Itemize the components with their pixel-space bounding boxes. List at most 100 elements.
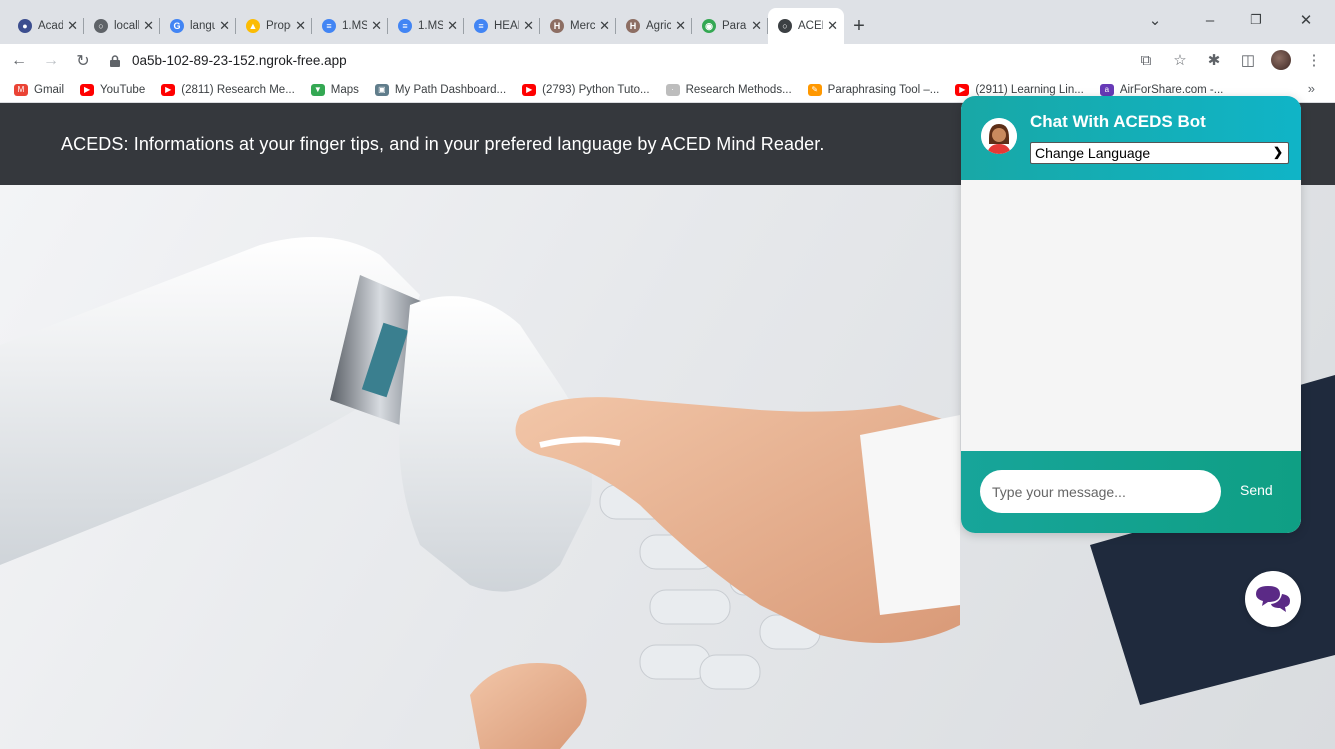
bookmark-item[interactable]: ▶ (2911) Learning Lin...	[955, 83, 1084, 96]
bookmark-label: Gmail	[34, 83, 65, 96]
minimize-button[interactable]: –	[1187, 0, 1233, 40]
bookmark-label: Research Methods...	[685, 83, 792, 96]
tab-close-icon[interactable]: ✕	[447, 18, 458, 34]
bookmark-item[interactable]: ▶ YouTube	[80, 83, 146, 96]
tab-title: 1.MSc	[418, 20, 444, 32]
chat-header: Chat With ACEDS Bot Change Language ❯	[961, 96, 1301, 180]
share-icon[interactable]: ⧉	[1135, 48, 1157, 72]
tab-favicon-icon: G	[170, 19, 184, 33]
tab-favicon-icon: H	[550, 19, 564, 33]
bookmark-label: Maps	[330, 83, 359, 96]
bookmark-favicon-icon: ▣	[374, 83, 389, 96]
tab-close-icon[interactable]: ✕	[143, 18, 154, 34]
tab-close-icon[interactable]: ✕	[295, 18, 306, 34]
tab-title: Mercy	[570, 20, 596, 32]
language-select-value: Change Language	[1035, 145, 1151, 161]
tab-title: localh	[114, 20, 139, 32]
tab[interactable]: ● Acade✕	[8, 8, 84, 44]
bookmark-item[interactable]: ▼ Maps	[310, 83, 359, 96]
tab-favicon-icon: ○	[778, 19, 792, 33]
profile-avatar[interactable]	[1271, 50, 1291, 70]
header-text: ACEDS: Informations at your finger tips,…	[61, 133, 825, 154]
tab[interactable]: ≡ 1.MSc✕	[312, 8, 388, 44]
side-panel-icon[interactable]: ◫	[1237, 48, 1259, 72]
tab[interactable]: ≡ HEART ✕	[464, 8, 540, 44]
bookmark-item[interactable]: a AirForShare.com -...	[1099, 83, 1224, 96]
tab-favicon-icon: ≡	[322, 19, 336, 33]
tab-favicon-icon: ●	[18, 19, 32, 33]
bookmark-item[interactable]: ▶ (2793) Python Tuto...	[522, 83, 650, 96]
tab[interactable]: ◉ Paraph ✕	[692, 8, 768, 44]
tab-title: 1.MSc	[342, 20, 368, 32]
tab-title: langua	[190, 20, 216, 32]
url-text: 0a5b-102-89-23-152.ngrok-free.app	[132, 53, 347, 68]
bookmark-label: (2911) Learning Lin...	[975, 83, 1084, 96]
bookmark-favicon-icon: ·	[665, 83, 680, 96]
tab[interactable]: H Mercy✕	[540, 8, 616, 44]
bookmark-favicon-icon: ▼	[310, 83, 325, 96]
send-button[interactable]: Send	[1240, 482, 1273, 498]
address-bar[interactable]: 0a5b-102-89-23-152.ngrok-free.app	[108, 47, 1128, 74]
bookmark-item[interactable]: M Gmail	[14, 83, 65, 96]
restore-button[interactable]: ❐	[1233, 0, 1279, 40]
tab[interactable]: H Agricu✕	[616, 8, 692, 44]
extensions-icon[interactable]: ✱	[1203, 48, 1225, 72]
tab[interactable]: Glangua✕	[160, 8, 236, 44]
tab-close-icon[interactable]: ✕	[67, 18, 78, 34]
tab-close-icon[interactable]: ✕	[523, 18, 534, 34]
tab-title: HEART	[494, 20, 519, 32]
bookmark-label: (2793) Python Tuto...	[542, 83, 650, 96]
bookmark-favicon-icon: ▶	[161, 83, 176, 96]
bookmark-label: Paraphrasing Tool –...	[827, 83, 940, 96]
tab-title: Agricu	[646, 20, 672, 32]
tab[interactable]: ○ localh ✕	[84, 8, 160, 44]
tab-close-icon[interactable]: ✕	[827, 18, 838, 34]
back-button[interactable]: ←	[6, 48, 32, 74]
tab-close-icon[interactable]: ✕	[371, 18, 382, 34]
language-select[interactable]: Change Language ❯	[1030, 142, 1289, 164]
tab-favicon-icon: ≡	[398, 19, 412, 33]
bookmark-item[interactable]: ✎ Paraphrasing Tool –...	[807, 83, 940, 96]
tab-close-icon[interactable]: ✕	[219, 18, 230, 34]
tab[interactable]: ▲ Propo ✕	[236, 8, 312, 44]
bookmarks-overflow-icon[interactable]: »	[1308, 81, 1315, 96]
menu-icon[interactable]: ⋮	[1303, 48, 1325, 72]
reload-button[interactable]: ↻	[70, 48, 96, 74]
bookmark-favicon-icon: ▶	[522, 83, 537, 96]
tab-search-icon[interactable]: ⌄	[1135, 0, 1175, 40]
bookmark-label: My Path Dashboard...	[394, 83, 507, 96]
tab-active[interactable]: ○ ACEDS ✕	[768, 8, 844, 44]
bookmark-label: AirForShare.com -...	[1119, 83, 1224, 96]
chat-title: Chat With ACEDS Bot	[1030, 112, 1206, 131]
bookmark-list: M Gmail ▶ YouTube ▶ (2811) Research Me... ▼ Map…	[14, 83, 1239, 96]
bookmark-item[interactable]: · Research Methods...	[665, 83, 792, 96]
tab-favicon-icon: ≡	[474, 19, 488, 33]
bookmark-item[interactable]: ▣ My Path Dashboard...	[374, 83, 507, 96]
tab-close-icon[interactable]: ✕	[675, 18, 686, 34]
bookmark-favicon-icon: ✎	[807, 83, 822, 96]
new-tab-button[interactable]: +	[844, 8, 874, 44]
message-input[interactable]	[980, 470, 1221, 513]
tab-title: Acade	[38, 20, 64, 32]
bookmark-favicon-icon: M	[14, 83, 28, 96]
chat-launcher-button[interactable]	[1245, 571, 1301, 627]
close-window-button[interactable]: ✕	[1283, 0, 1329, 40]
forward-button[interactable]: →	[38, 48, 64, 74]
tab-favicon-icon: ▲	[246, 19, 260, 33]
tab-close-icon[interactable]: ✕	[751, 18, 762, 34]
lock-icon	[110, 54, 120, 67]
tab[interactable]: ≡ 1.MSc✕	[388, 8, 464, 44]
tab-title: ACEDS	[798, 20, 823, 32]
chat-widget: Chat With ACEDS Bot Change Language ❯ Se…	[961, 96, 1301, 533]
bookmark-item[interactable]: ▶ (2811) Research Me...	[161, 83, 295, 96]
tab-favicon-icon: ○	[94, 19, 108, 33]
bookmark-label: (2811) Research Me...	[181, 83, 295, 96]
chevron-down-icon: ❯	[1272, 145, 1283, 159]
bookmark-favicon-icon: a	[1099, 83, 1114, 96]
tab-close-icon[interactable]: ✕	[599, 18, 610, 34]
bookmark-star-icon[interactable]: ☆	[1169, 48, 1191, 72]
bookmark-label: YouTube	[100, 83, 146, 96]
browser-toolbar: ← → ↻ 0a5b-102-89-23-152.ngrok-free.app …	[0, 44, 1335, 77]
chat-footer: Send	[961, 451, 1301, 533]
tab-title: Propo	[266, 20, 291, 32]
